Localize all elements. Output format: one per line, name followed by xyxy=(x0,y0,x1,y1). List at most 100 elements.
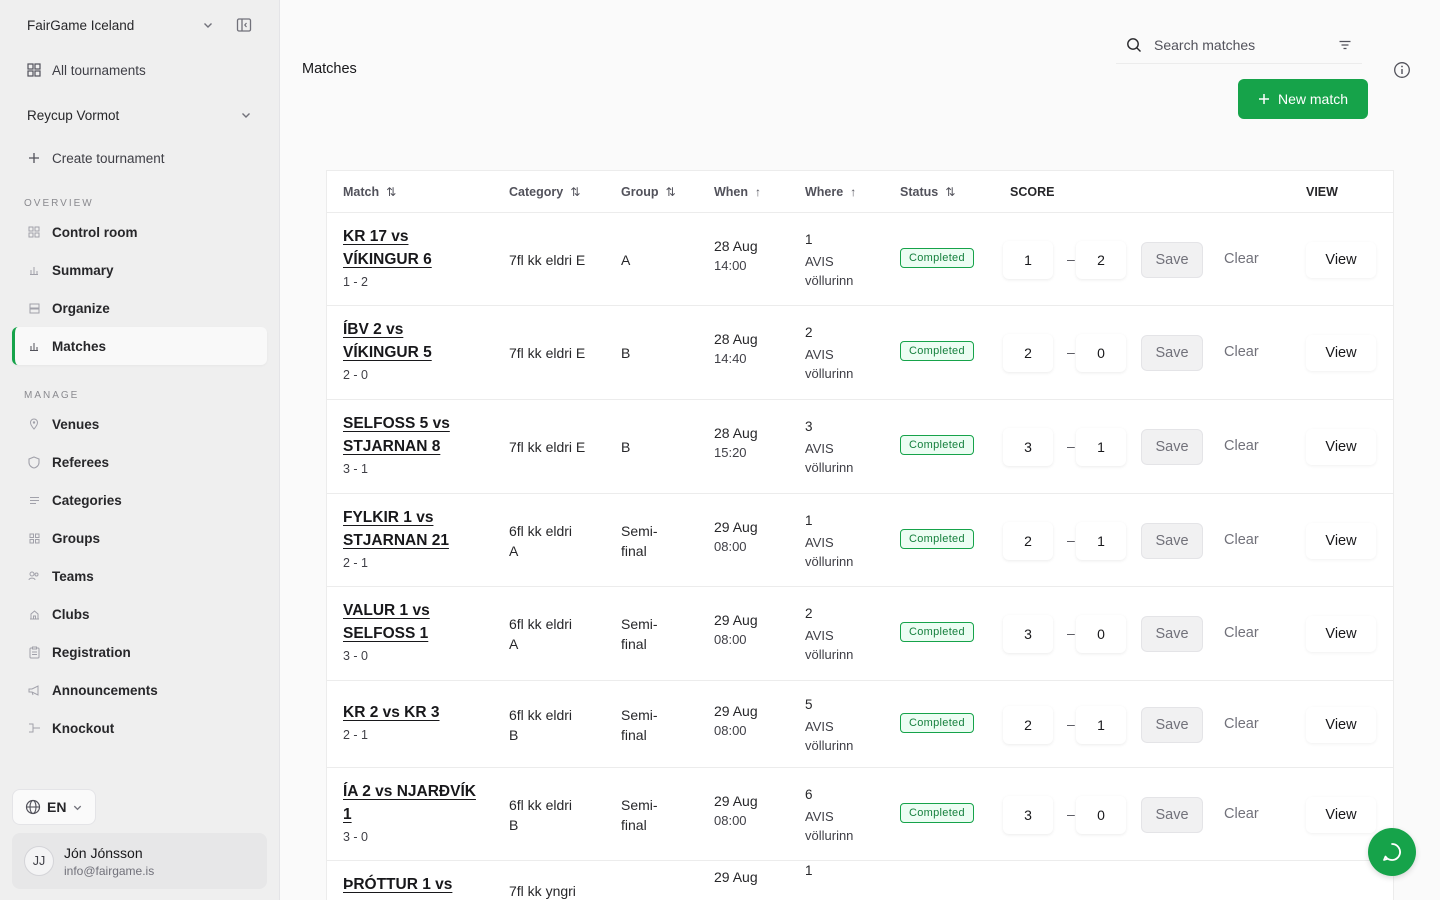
clear-button[interactable]: Clear xyxy=(1224,716,1259,732)
match-result: 2 - 1 xyxy=(343,556,369,570)
search-input[interactable]: Search matches xyxy=(1154,37,1326,53)
nav-create-tournament[interactable]: Create tournament xyxy=(12,139,267,177)
tournament-switcher[interactable]: Reycup Vormot xyxy=(12,92,267,138)
where-cell: 1 AVIS völlurinn xyxy=(805,511,853,571)
score-separator: – xyxy=(1067,250,1075,267)
match-link[interactable]: ÍBV 2 vs VÍKINGUR 5 xyxy=(343,318,493,364)
view-button[interactable]: View xyxy=(1306,796,1376,833)
nav-registration[interactable]: Registration xyxy=(12,633,267,671)
group-cell: A xyxy=(621,250,630,270)
match-date: 29 Aug xyxy=(714,869,758,885)
col-status[interactable]: Status ⇅ xyxy=(900,185,955,199)
save-button[interactable]: Save xyxy=(1141,335,1203,371)
view-button[interactable]: View xyxy=(1306,522,1376,559)
home-score-input[interactable]: 2 xyxy=(1003,521,1053,560)
away-score-input[interactable]: 0 xyxy=(1076,795,1126,834)
new-match-button[interactable]: New match xyxy=(1238,79,1368,119)
nav-venues[interactable]: Venues xyxy=(12,405,267,443)
home-score-input[interactable]: 3 xyxy=(1003,615,1053,653)
col-group[interactable]: Group ⇅ xyxy=(621,185,676,199)
match-link[interactable]: KR 17 vs VÍKINGUR 6 xyxy=(343,225,493,271)
group-line: A xyxy=(621,251,631,268)
group-line: Semi- xyxy=(621,796,658,813)
clear-button[interactable]: Clear xyxy=(1224,251,1259,267)
status-cell: Completed xyxy=(900,528,974,549)
user-card[interactable]: JJ Jón Jónsson info@fairgame.is xyxy=(12,833,267,889)
nav-knockout[interactable]: Knockout xyxy=(12,709,267,747)
home-score-input[interactable]: 2 xyxy=(1003,334,1053,372)
clear-button[interactable]: Clear xyxy=(1224,625,1259,641)
sidebar-toggle-icon[interactable] xyxy=(236,17,252,33)
save-button[interactable]: Save xyxy=(1141,241,1203,278)
col-category[interactable]: Category ⇅ xyxy=(509,185,580,199)
nav-clubs[interactable]: Clubs xyxy=(12,595,267,633)
away-score-input[interactable]: 1 xyxy=(1076,428,1126,466)
tournament-name: Reycup Vormot xyxy=(27,107,120,123)
home-score-input[interactable]: 3 xyxy=(1003,795,1053,834)
clear-button[interactable]: Clear xyxy=(1224,806,1259,822)
page-title: Matches xyxy=(302,61,357,77)
save-button[interactable]: Save xyxy=(1141,522,1203,559)
match-date: 29 Aug xyxy=(714,702,758,719)
sort-asc-icon: ↑ xyxy=(850,184,857,199)
view-button[interactable]: View xyxy=(1306,429,1376,465)
view-button[interactable]: View xyxy=(1306,241,1376,278)
category-cell: 7fl kk eldri E xyxy=(509,437,585,457)
save-button[interactable]: Save xyxy=(1141,706,1203,743)
when-cell: 28 Aug 14:40 xyxy=(714,331,758,366)
match-link[interactable]: VALUR 1 vs SELFOSS 1 xyxy=(343,599,493,645)
nav-teams[interactable]: Teams xyxy=(12,557,267,595)
bar-chart-icon xyxy=(26,262,42,278)
view-button[interactable]: View xyxy=(1306,706,1376,743)
category-line: A xyxy=(509,636,519,652)
away-score-input[interactable]: 1 xyxy=(1076,521,1126,560)
match-link[interactable]: KR 2 vs KR 3 xyxy=(343,701,493,724)
match-link[interactable]: FYLKIR 1 vs STJARNAN 21 xyxy=(343,506,493,552)
clear-button[interactable]: Clear xyxy=(1224,532,1259,548)
view-button[interactable]: View xyxy=(1306,335,1376,371)
match-link[interactable]: ÞRÓTTUR 1 vs xyxy=(343,873,493,896)
nav-announcements[interactable]: Announcements xyxy=(12,671,267,709)
home-score-input[interactable]: 1 xyxy=(1003,240,1053,279)
match-date: 28 Aug xyxy=(714,331,758,347)
col-where[interactable]: Where ↑ xyxy=(805,185,856,199)
status-badge: Completed xyxy=(900,622,974,642)
home-score-input[interactable]: 2 xyxy=(1003,705,1053,744)
col-score: SCORE xyxy=(1010,185,1054,199)
away-score-input[interactable]: 2 xyxy=(1076,240,1126,279)
match-title-line: FYLKIR 1 vs xyxy=(343,509,434,526)
clear-button[interactable]: Clear xyxy=(1224,344,1259,360)
table-row: KR 17 vs VÍKINGUR 6 1 - 2 7fl kk eldri E A 28… xyxy=(327,213,1393,306)
match-title-line: 1 xyxy=(343,806,352,823)
nav-referees[interactable]: Referees xyxy=(12,443,267,481)
nav-organize[interactable]: Organize xyxy=(12,289,267,327)
match-link[interactable]: SELFOSS 5 vs STJARNAN 8 xyxy=(343,412,493,458)
info-icon[interactable] xyxy=(1393,61,1411,79)
nav-groups[interactable]: Groups xyxy=(12,519,267,557)
category-line: 6fl kk eldri xyxy=(509,522,573,539)
language-label: EN xyxy=(47,799,67,815)
nav-matches[interactable]: Matches xyxy=(12,327,267,365)
save-button[interactable]: Save xyxy=(1141,429,1203,465)
nav-control-room[interactable]: Control room xyxy=(12,213,267,251)
view-button[interactable]: View xyxy=(1306,616,1376,652)
home-score-input[interactable]: 3 xyxy=(1003,428,1053,466)
match-link[interactable]: ÍA 2 vs NJARÐVÍK 1 xyxy=(343,780,493,826)
away-score-input[interactable]: 0 xyxy=(1076,615,1126,653)
save-button[interactable]: Save xyxy=(1141,616,1203,652)
chat-button[interactable] xyxy=(1368,828,1416,876)
clear-button[interactable]: Clear xyxy=(1224,438,1259,454)
org-switcher[interactable]: FairGame Iceland xyxy=(12,0,267,50)
col-when[interactable]: When ↑ xyxy=(714,185,761,199)
nav-categories[interactable]: Categories xyxy=(12,481,267,519)
save-button[interactable]: Save xyxy=(1141,796,1203,833)
category-cell: 7fl kk yngri xyxy=(509,881,576,900)
away-score-input[interactable]: 0 xyxy=(1076,334,1126,372)
filter-icon[interactable] xyxy=(1338,39,1352,51)
col-match[interactable]: Match ⇅ xyxy=(343,185,396,199)
search-bar[interactable]: Search matches xyxy=(1116,26,1362,64)
away-score-input[interactable]: 1 xyxy=(1076,705,1126,744)
nav-summary[interactable]: Summary xyxy=(12,251,267,289)
language-selector[interactable]: EN xyxy=(12,789,97,825)
nav-all-tournaments[interactable]: All tournaments xyxy=(12,51,267,89)
